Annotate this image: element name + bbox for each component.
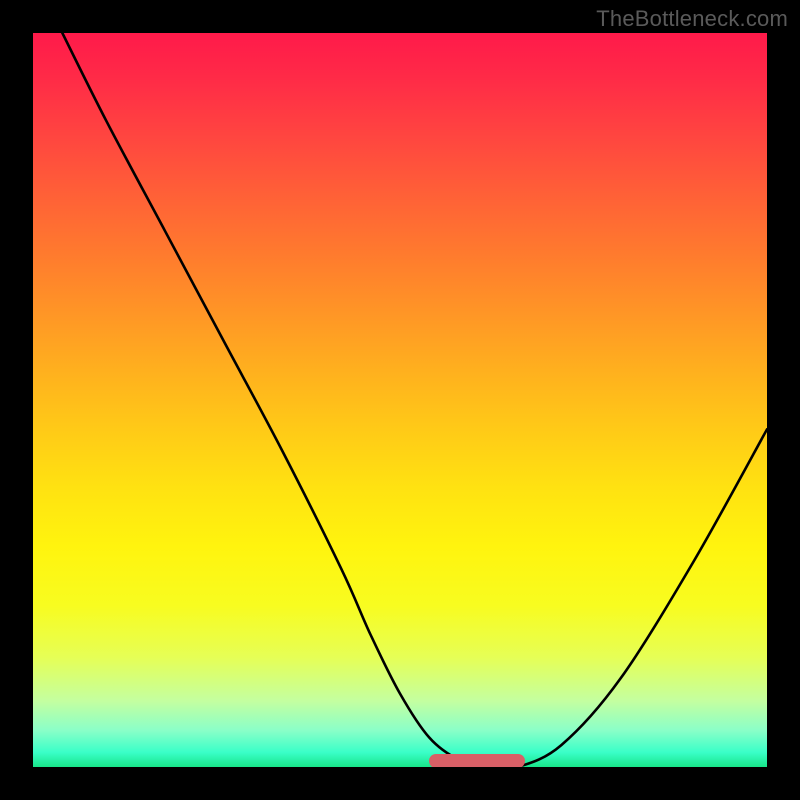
chart-curve-svg [33,33,767,767]
optimal-range-marker [429,754,524,767]
chart-plot-area [33,33,767,767]
bottleneck-curve [62,33,767,767]
watermark-text: TheBottleneck.com [596,6,788,32]
